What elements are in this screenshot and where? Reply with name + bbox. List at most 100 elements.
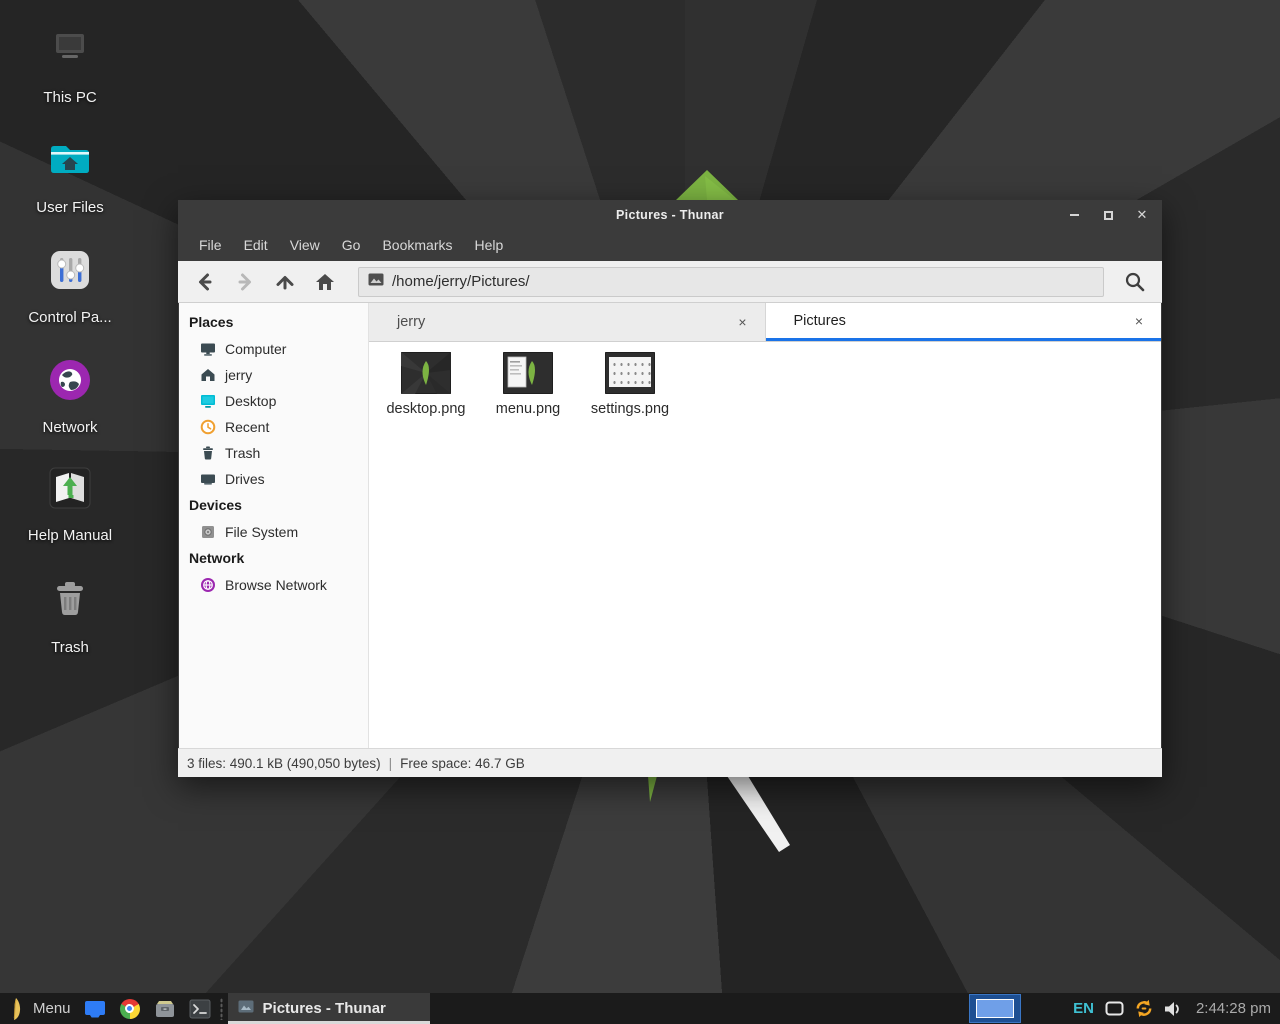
clock-icon [199, 419, 216, 436]
file-name: desktop.png [375, 401, 477, 417]
desktop-icon-label: Help Manual [14, 527, 126, 544]
window-titlebar[interactable]: Pictures - Thunar ✕ [178, 200, 1162, 230]
menu-bookmarks[interactable]: Bookmarks [371, 230, 463, 261]
menu-help[interactable]: Help [464, 230, 515, 261]
window-title: Pictures - Thunar [616, 208, 724, 222]
sidebar-item-label: Drives [225, 471, 265, 487]
volume-icon[interactable] [1163, 999, 1183, 1019]
status-separator: | [389, 756, 393, 771]
window-thumbnail-icon [238, 1000, 254, 1018]
desktop-screen: This PC User Files [0, 0, 1280, 1024]
display-tray-icon[interactable] [1105, 999, 1125, 1019]
menu-file[interactable]: File [188, 230, 233, 261]
tab-label: jerry [369, 314, 425, 330]
sidebar-item-label: Browse Network [225, 577, 327, 593]
sidebar-item-desktop[interactable]: Desktop [179, 388, 368, 414]
menu-button[interactable]: Menu [33, 1000, 71, 1017]
menu-view[interactable]: View [279, 230, 331, 261]
desktop-icon-trash[interactable]: Trash [14, 574, 126, 656]
desktop-png-thumbnail [401, 352, 451, 394]
desktop-icon-label: Control Pa... [14, 309, 126, 326]
tab-pictures[interactable]: Pictures × [766, 303, 1162, 341]
update-manager-icon[interactable] [1134, 999, 1154, 1019]
tab-label: Pictures [766, 313, 846, 329]
keyboard-language-indicator[interactable]: EN [1073, 1000, 1094, 1017]
sidebar-item-label: Computer [225, 341, 286, 357]
sidebar-header-devices: Devices [179, 492, 368, 519]
clock[interactable]: 2:44:28 pm [1196, 1000, 1271, 1017]
menu-edit[interactable]: Edit [233, 230, 279, 261]
taskbar-window-button[interactable]: Pictures - Thunar [228, 993, 430, 1024]
sidebar-item-recent[interactable]: Recent [179, 414, 368, 440]
globe-icon [44, 354, 96, 406]
desktop-icon-user-files[interactable]: User Files [14, 134, 126, 216]
current-path: /home/jerry/Pictures/ [392, 273, 530, 290]
chrome-browser-icon[interactable] [119, 998, 141, 1020]
tab-close-icon[interactable]: × [1129, 303, 1149, 338]
home-folder-icon [44, 134, 96, 186]
trash-icon [199, 445, 216, 462]
search-button[interactable] [1116, 265, 1154, 299]
terminal-icon[interactable] [189, 998, 211, 1020]
tab-close-icon[interactable]: × [732, 303, 752, 341]
desktop-icon-this-pc[interactable]: This PC [14, 24, 126, 106]
thunar-window: Pictures - Thunar ✕ File Edit View Go Bo… [178, 200, 1162, 777]
close-button[interactable]: ✕ [1132, 205, 1152, 225]
hard-disk-icon [199, 524, 216, 541]
drive-icon [199, 471, 216, 488]
sidebar-item-label: File System [225, 524, 298, 540]
sidebar-item-trash[interactable]: Trash [179, 440, 368, 466]
sidebar-header-places: Places [179, 309, 368, 336]
file-view[interactable]: desktop.png menu.png [369, 342, 1161, 748]
desktop-icon-label: Network [14, 419, 126, 436]
tab-jerry[interactable]: jerry × [369, 303, 766, 341]
status-bar: 3 files: 490.1 kB (490,050 bytes) | Free… [178, 748, 1162, 777]
desktop-icon-network[interactable]: Network [14, 354, 126, 436]
up-button[interactable] [266, 265, 304, 299]
sidebar-item-drives[interactable]: Drives [179, 466, 368, 492]
active-workspace[interactable] [976, 999, 1014, 1018]
desktop-icon-label: Trash [14, 639, 126, 656]
tab-bar: jerry × Pictures × [369, 303, 1161, 342]
file-item-menu-png[interactable]: menu.png [477, 350, 579, 417]
image-location-icon [368, 273, 384, 291]
places-sidebar: Places Computer jerry [179, 303, 369, 748]
sidebar-item-label: Trash [225, 445, 260, 461]
sidebar-item-browse-network[interactable]: Browse Network [179, 572, 368, 598]
computer-icon [44, 24, 96, 76]
sliders-icon [44, 244, 96, 296]
file-manager-icon[interactable] [154, 998, 176, 1020]
file-name: menu.png [477, 401, 579, 417]
home-button[interactable] [306, 265, 344, 299]
desktop-icon-label: User Files [14, 199, 126, 216]
file-name: settings.png [579, 401, 681, 417]
file-item-settings-png[interactable]: settings.png [579, 350, 681, 417]
window-toolbar: /home/jerry/Pictures/ [178, 261, 1162, 303]
back-button[interactable] [186, 265, 224, 299]
computer-icon [199, 341, 216, 358]
maximize-button[interactable] [1098, 205, 1118, 225]
sidebar-item-file-system[interactable]: File System [179, 519, 368, 545]
trash-icon [44, 574, 96, 626]
free-space: Free space: 46.7 GB [400, 756, 525, 771]
menu-png-thumbnail [503, 352, 553, 394]
desktop-icon-control-panel[interactable]: Control Pa... [14, 244, 126, 326]
linux-lite-logo-icon[interactable] [7, 997, 25, 1021]
path-bar[interactable]: /home/jerry/Pictures/ [358, 267, 1104, 297]
sidebar-item-computer[interactable]: Computer [179, 336, 368, 362]
network-globe-icon [199, 577, 216, 594]
home-icon [199, 367, 216, 384]
workspace-switcher[interactable] [969, 994, 1021, 1023]
desktop-icon-help-manual[interactable]: Help Manual [14, 462, 126, 544]
forward-button[interactable] [226, 265, 264, 299]
sidebar-item-label: Desktop [225, 393, 276, 409]
sidebar-item-jerry[interactable]: jerry [179, 362, 368, 388]
taskbar-window-title: Pictures - Thunar [263, 1000, 386, 1017]
sidebar-item-label: Recent [225, 419, 269, 435]
show-desktop-icon[interactable] [84, 998, 106, 1020]
window-menubar: File Edit View Go Bookmarks Help [178, 230, 1162, 261]
taskbar: Menu Pictures - Thunar EN [0, 993, 1280, 1024]
menu-go[interactable]: Go [331, 230, 372, 261]
minimize-button[interactable] [1064, 205, 1084, 225]
file-item-desktop-png[interactable]: desktop.png [375, 350, 477, 417]
